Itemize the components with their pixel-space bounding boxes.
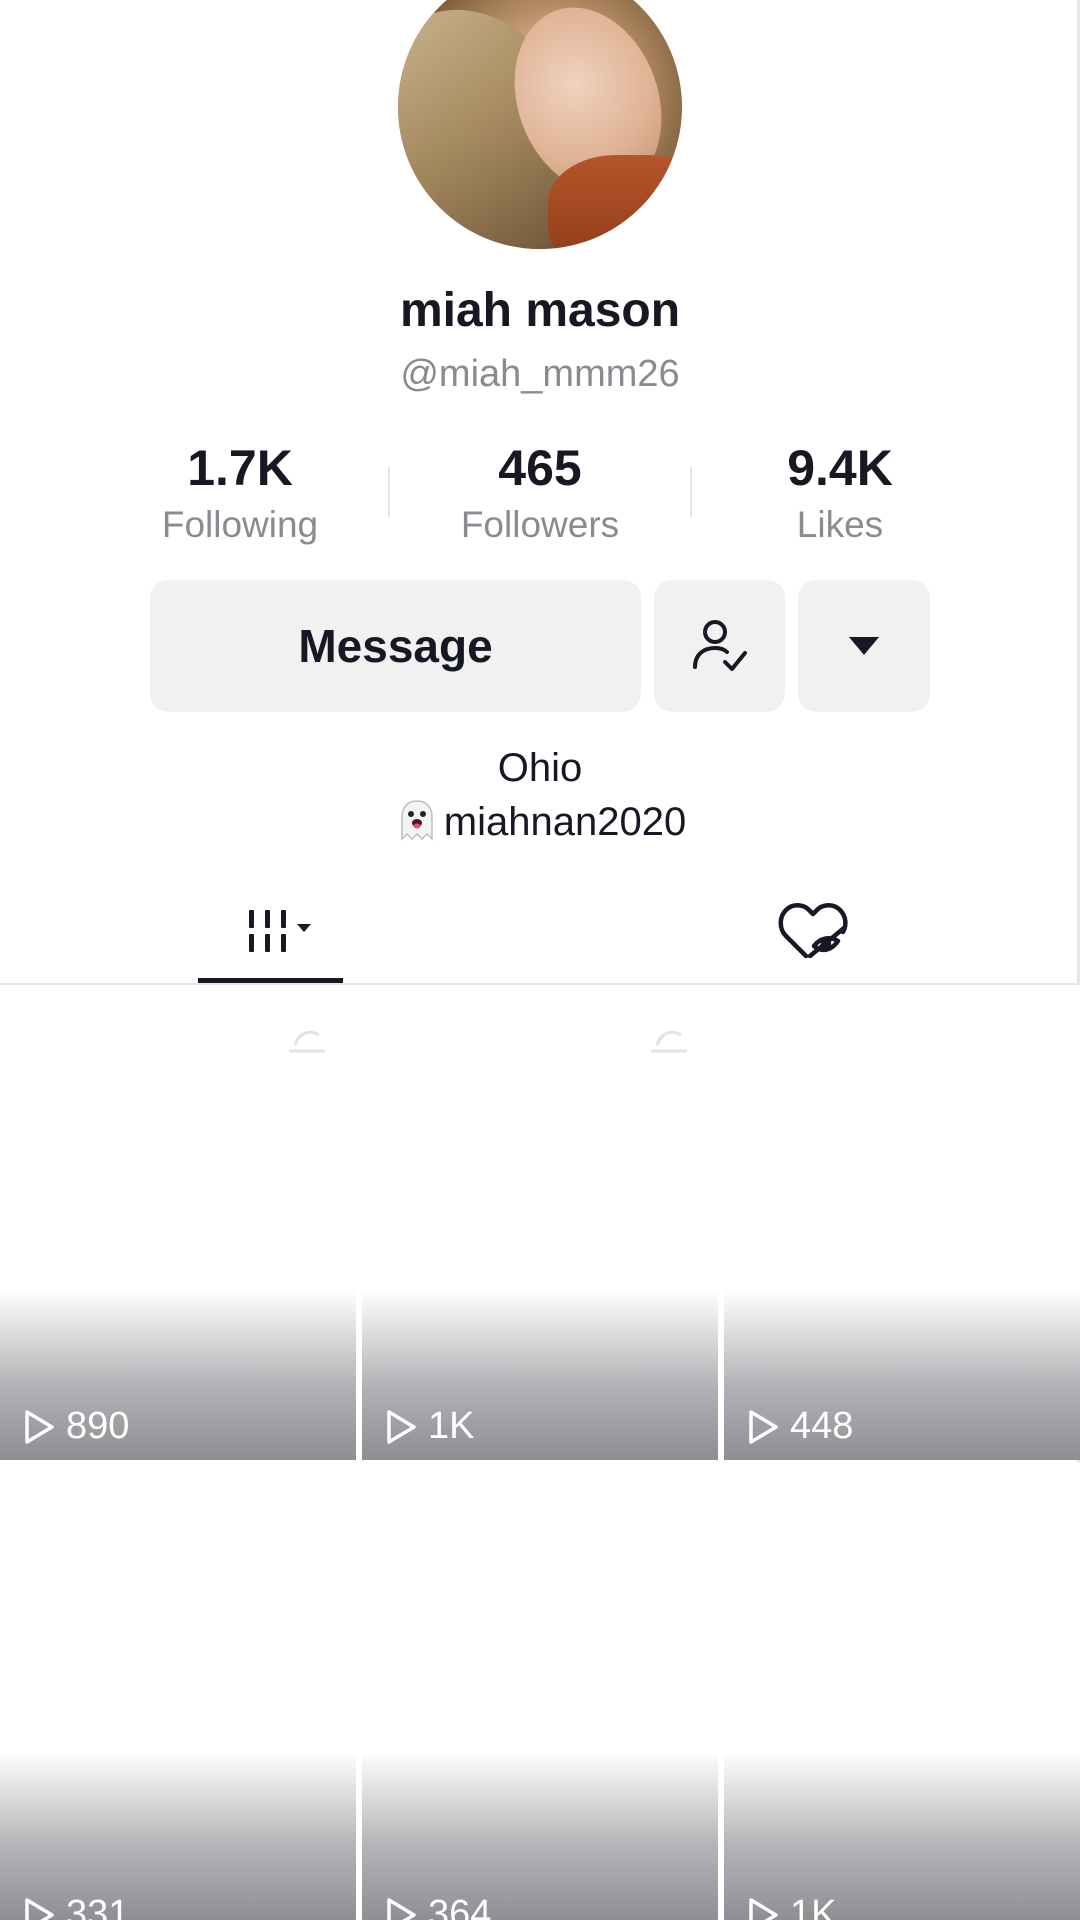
view-count: 890 <box>22 1405 129 1448</box>
videos-grid-icon <box>221 900 321 965</box>
view-count: 331 <box>22 1893 129 1920</box>
video-thumbnail[interactable]: 890 <box>0 985 356 1460</box>
caret-down-icon <box>847 635 881 657</box>
video-thumbnail[interactable]: 1K <box>362 985 718 1460</box>
stat-followers-label: Followers <box>460 504 620 545</box>
view-count-value: 448 <box>790 1405 854 1447</box>
display-name: miah mason <box>399 284 681 337</box>
view-count: 448 <box>746 1405 853 1448</box>
more-options-button[interactable] <box>798 580 930 712</box>
stat-following-value: 1.7K <box>187 440 293 496</box>
loading-placeholder-icon <box>285 1025 329 1055</box>
video-thumbnail[interactable]: 1K <box>724 1462 1080 1920</box>
stat-followers-value: 465 <box>498 440 582 496</box>
view-count-value: 890 <box>66 1405 130 1447</box>
stat-divider <box>388 467 390 517</box>
stat-following[interactable]: 1.7K Following <box>120 440 360 550</box>
view-count: 1K <box>746 1893 836 1920</box>
view-count-value: 331 <box>66 1893 130 1920</box>
stat-likes-label: Likes <box>796 504 884 545</box>
video-thumbnail[interactable]: 364 <box>362 1462 718 1920</box>
liked-hidden-icon <box>776 898 850 967</box>
stat-likes[interactable]: 9.4K Likes <box>720 440 960 550</box>
bio-snapchat[interactable]: miahnan2020 <box>0 797 1080 845</box>
video-thumbnail[interactable]: 448 <box>724 985 1080 1460</box>
view-count: 364 <box>384 1893 491 1920</box>
user-check-icon <box>689 615 751 677</box>
view-count-value: 1K <box>428 1405 475 1447</box>
profile-stats: 1.7K Following 465 Followers 9.4K Likes <box>0 440 1080 550</box>
view-count: 1K <box>384 1405 474 1448</box>
view-count-value: 364 <box>428 1893 492 1920</box>
stat-followers[interactable]: 465 Followers <box>420 440 660 550</box>
loading-placeholder-icon <box>647 1025 691 1055</box>
following-status-button[interactable] <box>654 580 785 712</box>
stat-divider <box>690 467 692 517</box>
profile-tabs <box>0 880 1080 984</box>
stat-likes-value: 9.4K <box>787 440 893 496</box>
bio-location: Ohio <box>497 746 583 790</box>
ghost-emoji-icon <box>394 797 440 843</box>
avatar[interactable] <box>398 0 682 249</box>
view-count-value: 1K <box>790 1893 837 1920</box>
tab-liked-private[interactable] <box>755 880 870 984</box>
message-button[interactable]: Message <box>150 580 641 712</box>
username: @miah_mmm26 <box>400 353 680 395</box>
stat-following-label: Following <box>161 504 319 545</box>
bio-snapchat-text: miahnan2020 <box>443 800 687 844</box>
profile-page: miah mason @miah_mmm26 1.7K Following 46… <box>0 0 1080 1920</box>
tab-videos[interactable] <box>198 880 343 984</box>
video-thumbnail[interactable]: 331 <box>0 1462 356 1920</box>
